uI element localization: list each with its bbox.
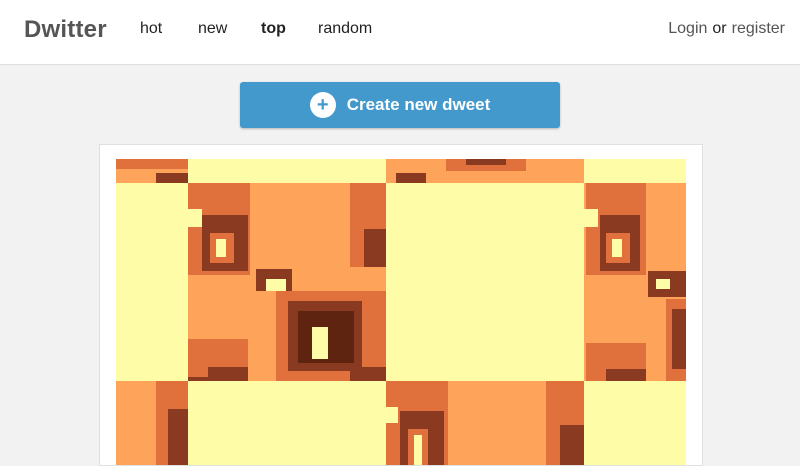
register-link[interactable]: register bbox=[732, 20, 785, 37]
create-dweet-button[interactable]: + Create new dweet bbox=[240, 82, 560, 128]
nav-top[interactable]: top bbox=[261, 20, 286, 38]
dweet-artwork bbox=[116, 159, 686, 465]
site-logo[interactable]: Dwitter bbox=[24, 16, 107, 44]
top-navbar: Dwitter hot new top random Login or regist… bbox=[0, 0, 800, 65]
create-dweet-label: Create new dweet bbox=[346, 95, 491, 114]
nav-new[interactable]: new bbox=[198, 20, 227, 38]
auth-separator: or bbox=[712, 20, 727, 37]
dweet-card bbox=[99, 144, 703, 466]
auth-links: Login or register bbox=[668, 20, 785, 38]
plus-icon: + bbox=[309, 92, 336, 118]
nav-hot[interactable]: hot bbox=[140, 20, 162, 38]
nav-random[interactable]: random bbox=[318, 20, 372, 38]
dweet-canvas[interactable] bbox=[116, 159, 686, 465]
login-link[interactable]: Login bbox=[668, 20, 707, 37]
